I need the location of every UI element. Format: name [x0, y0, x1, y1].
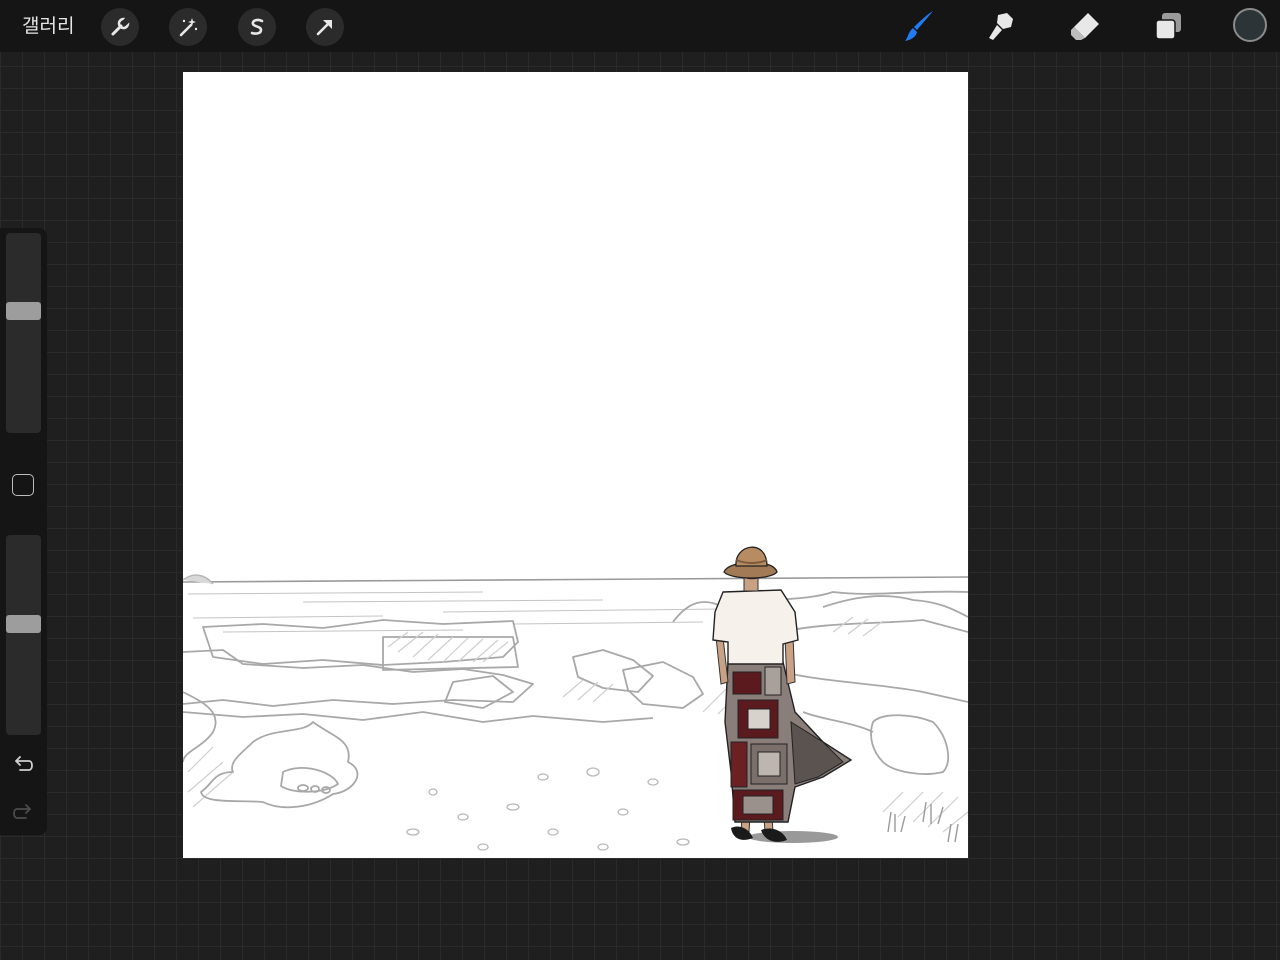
smudge-tool-button[interactable] — [982, 6, 1022, 46]
brush-tool-button[interactable] — [900, 6, 940, 46]
top-toolbar: 갤러리 — [0, 0, 1280, 52]
artwork-sketch — [183, 546, 968, 851]
left-sidebar — [0, 228, 47, 835]
eraser-icon — [1071, 13, 1099, 40]
actions-wrench-button[interactable] — [101, 8, 139, 46]
magic-wand-icon — [179, 18, 198, 37]
undo-icon[interactable] — [10, 752, 36, 778]
gallery-button[interactable]: 갤러리 — [22, 12, 74, 40]
wrench-icon — [111, 17, 130, 36]
eraser-tool-button[interactable] — [1065, 6, 1105, 46]
smudge-icon — [989, 13, 1013, 40]
brush-size-slider[interactable] — [6, 233, 41, 433]
selection-button[interactable] — [238, 8, 276, 46]
opacity-slider[interactable] — [6, 535, 41, 735]
brush-icon — [905, 11, 933, 41]
brush-size-thumb[interactable] — [6, 302, 41, 321]
selection-s-icon — [250, 18, 264, 35]
transform-button[interactable] — [306, 8, 344, 46]
drawing-canvas[interactable] — [183, 72, 968, 858]
layers-icon — [1155, 13, 1181, 40]
redo-icon[interactable] — [10, 800, 36, 826]
opacity-thumb[interactable] — [6, 615, 41, 634]
adjustments-wand-button[interactable] — [169, 8, 207, 46]
figure — [712, 546, 853, 842]
modify-square-icon[interactable] — [12, 474, 34, 496]
color-picker-button[interactable] — [1233, 8, 1267, 42]
transform-arrow-icon — [316, 20, 332, 36]
layers-button[interactable] — [1148, 6, 1188, 46]
